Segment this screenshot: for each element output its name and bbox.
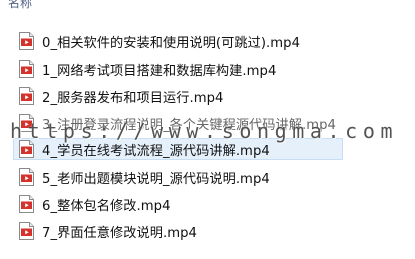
video-file-icon bbox=[18, 168, 35, 186]
video-file-icon bbox=[18, 32, 35, 50]
file-name: 1_网络考试项目搭建和数据库构建.mp4 bbox=[42, 63, 277, 79]
file-name: 4_学员在线考试流程_源代码讲解.mp4 bbox=[42, 143, 270, 159]
file-row[interactable]: 7_界面任意修改说明.mp4 bbox=[14, 220, 344, 242]
video-file-icon bbox=[18, 60, 35, 78]
file-row[interactable]: 0_相关软件的安装和使用说明(可跳过).mp4 bbox=[14, 30, 344, 52]
file-row[interactable]: 2_服务器发布和项目运行.mp4 bbox=[14, 85, 344, 107]
file-row[interactable]: 3_注册登录流程说明_各个关键程源代码讲解.mp4 bbox=[14, 112, 344, 134]
video-file-icon bbox=[18, 140, 35, 158]
file-name: 5_老师出题模块说明_源代码说明.mp4 bbox=[42, 171, 270, 187]
column-header-name[interactable]: 名称 bbox=[8, 0, 32, 11]
file-row-selected[interactable]: 4_学员在线考试流程_源代码讲解.mp4 bbox=[13, 138, 343, 160]
file-list: 名称 0_相关软件的安装和使用说明(可跳过).mp4 1_网络考试项目搭建和数据… bbox=[0, 0, 415, 259]
file-name: 7_界面任意修改说明.mp4 bbox=[42, 225, 197, 241]
column-header: 名称 bbox=[0, 0, 415, 16]
file-row[interactable]: 5_老师出题模块说明_源代码说明.mp4 bbox=[14, 166, 344, 188]
video-file-icon bbox=[18, 195, 35, 213]
file-row[interactable]: 1_网络考试项目搭建和数据库构建.mp4 bbox=[14, 58, 344, 80]
video-file-icon bbox=[18, 114, 35, 132]
file-name: 6_整体包名修改.mp4 bbox=[42, 198, 171, 214]
video-file-icon bbox=[18, 222, 35, 240]
file-row[interactable]: 6_整体包名修改.mp4 bbox=[14, 193, 344, 215]
file-name: 2_服务器发布和项目运行.mp4 bbox=[42, 90, 224, 106]
file-name: 3_注册登录流程说明_各个关键程源代码讲解.mp4 bbox=[42, 117, 337, 133]
video-file-icon bbox=[18, 87, 35, 105]
file-name: 0_相关软件的安装和使用说明(可跳过).mp4 bbox=[42, 35, 301, 51]
